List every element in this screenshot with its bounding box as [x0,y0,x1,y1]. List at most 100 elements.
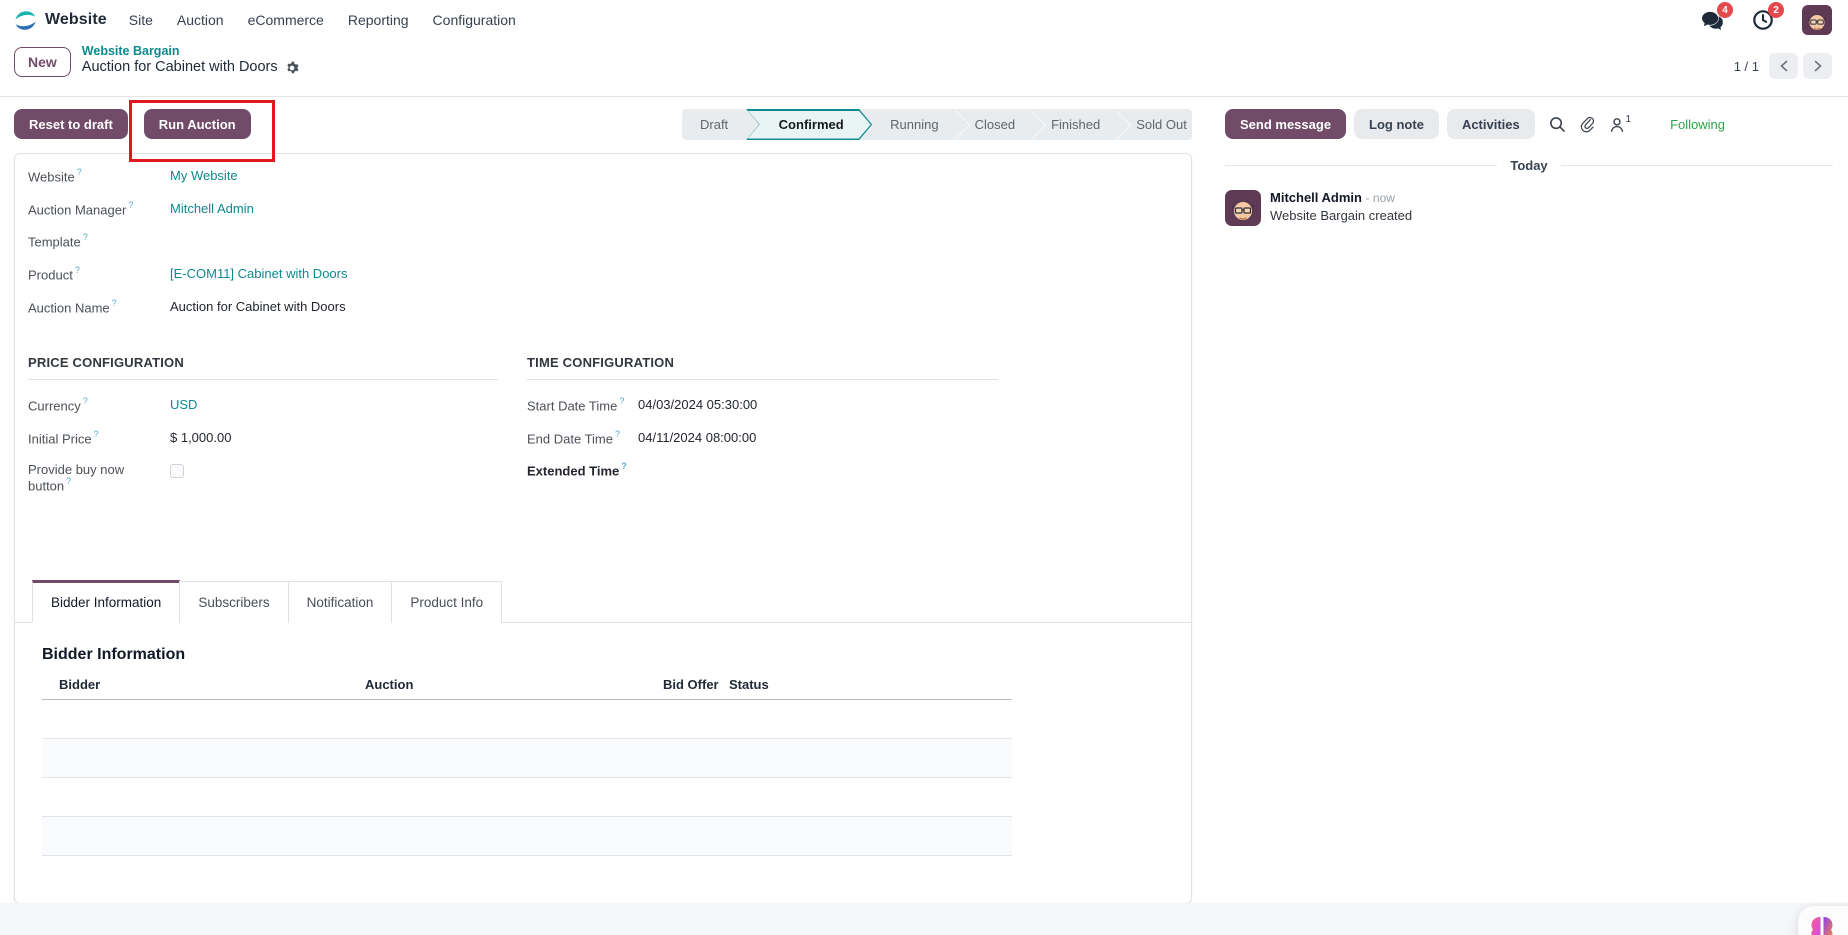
chatter-icons: 1 Following [1549,113,1725,133]
start-date-value-input[interactable]: 04/03/2024 05:30:00 [638,397,757,412]
field-label: Start Date Time? [527,396,625,414]
bidder-table: Bidder Auction Bid Offer Status [42,677,1012,857]
nav-item-auction[interactable]: Auction [177,12,224,28]
assistant-widget-button[interactable] [1798,906,1848,935]
column-header-auction[interactable]: Auction [348,677,663,701]
activities-badge: 2 [1768,2,1784,18]
nav-item-site[interactable]: Site [129,12,153,28]
initial-price-value-input[interactable]: $ 1,000.00 [170,430,231,445]
log-note-button[interactable]: Log note [1354,109,1439,139]
action-buttons: Reset to draft Run Auction [14,109,251,139]
content-area: Reset to draft Run Auction Draft Confirm… [0,96,1848,935]
field-label: Template? [28,232,88,250]
field-label: Website? [28,167,82,185]
table-row[interactable] [42,699,1012,740]
systray: 4 2 [1700,2,1832,35]
activities-systray-button[interactable]: 2 [1751,2,1784,32]
currency-value-link[interactable]: USD [170,397,197,412]
message-body: Website Bargain created [1270,208,1413,223]
table-row[interactable] [42,777,1012,818]
followers-count: 1 [1625,113,1632,125]
status-step-draft[interactable]: Draft [682,109,746,140]
table-row[interactable] [42,738,1012,779]
pager-count: 1 / 1 [1733,58,1759,74]
field-start-date-time: Start Date Time? 04/03/2024 05:30:00 [527,396,998,414]
breadcrumb-bar: New Website Bargain Auction for Cabinet … [0,40,1848,96]
status-step-finished[interactable]: Finished [1033,109,1118,140]
field-label: Auction Manager? [28,199,134,217]
table-row[interactable] [42,816,1012,857]
field-product: Product? [E-COM11] Cabinet with Doors [28,264,1191,283]
following-toggle[interactable]: Following [1670,117,1725,132]
help-marker: ? [619,396,625,407]
attachment-icon[interactable] [1579,115,1596,133]
send-message-button[interactable]: Send message [1225,109,1347,139]
app-name: Website [45,11,107,28]
column-header-status[interactable]: Status [725,677,1012,701]
screen: Website Site Auction eCommerce Reporting… [0,0,1848,935]
help-marker: ? [621,461,627,472]
field-label: Product? [28,264,80,283]
messages-badge: 4 [1717,2,1733,18]
tab-bidder-information[interactable]: Bidder Information [32,580,181,624]
help-marker: ? [82,232,88,243]
status-step-closed[interactable]: Closed [957,109,1033,140]
message-timestamp: - now [1365,191,1395,205]
nav-item-reporting[interactable]: Reporting [348,12,409,28]
form-sheet: Website? My Website Auction Manager? Mit… [14,153,1192,904]
tab-product-info[interactable]: Product Info [391,581,503,624]
chatter-message: Mitchell Admin - now Website Bargain cre… [1225,190,1833,226]
activities-button[interactable]: Activities [1446,109,1535,139]
pane-heading: Bidder Information [42,646,186,664]
top-navbar: Website Site Auction eCommerce Reporting… [0,0,1848,40]
auction-manager-value-link[interactable]: Mitchell Admin [170,201,254,216]
field-label: End Date Time? [527,428,621,447]
user-avatar[interactable] [1802,5,1832,35]
status-step-confirmed[interactable]: Confirmed [746,109,872,140]
status-step-running[interactable]: Running [872,109,956,140]
message-author[interactable]: Mitchell Admin [1270,190,1362,205]
date-divider-label: Today [1510,158,1548,173]
nav-item-ecommerce[interactable]: eCommerce [248,12,324,28]
price-configuration-section: PRICE CONFIGURATION Currency? USD Initia… [28,355,498,510]
reset-to-draft-button[interactable]: Reset to draft [14,109,128,139]
product-value-link[interactable]: [E-COM11] Cabinet with Doors [170,266,348,281]
date-divider: Today [1225,158,1834,173]
time-configuration-section: TIME CONFIGURATION Start Date Time? 04/0… [527,355,998,510]
chatter-toolbar: Send message Log note Activities 1 Follo… [1225,109,1833,139]
section-title: PRICE CONFIGURATION [28,355,498,381]
brain-icon [1806,914,1838,935]
pager-next-button[interactable] [1803,53,1832,79]
field-label: Initial Price? [28,428,99,447]
help-marker: ? [76,167,82,177]
search-messages-icon[interactable] [1549,116,1566,133]
gear-icon[interactable] [285,61,299,75]
help-marker: ? [615,428,621,439]
form-view: Reset to draft Run Auction Draft Confirm… [0,97,1208,935]
help-marker: ? [82,396,88,407]
breadcrumb-parent-link[interactable]: Website Bargain [82,44,299,58]
tab-subscribers[interactable]: Subscribers [179,581,289,624]
nav-item-configuration[interactable]: Configuration [433,12,516,28]
followers-icon[interactable]: 1 [1609,113,1632,133]
provide-buy-now-checkbox[interactable] [170,464,184,479]
bidder-information-pane: Bidder Information Bidder Auction Bid Of… [28,623,1191,857]
tab-notification[interactable]: Notification [287,581,393,624]
column-header-bid-offer[interactable]: Bid Offer [663,677,725,701]
section-title: TIME CONFIGURATION [527,355,998,381]
website-value-link[interactable]: My Website [170,168,238,183]
help-marker: ? [74,264,80,275]
status-step-sold-out[interactable]: Sold Out [1118,109,1192,140]
auction-name-value-input[interactable]: Auction for Cabinet with Doors [170,299,346,314]
end-date-value-input[interactable]: 04/11/2024 08:00:00 [638,430,756,445]
pager-previous-button[interactable] [1769,53,1798,79]
field-auction-manager: Auction Manager? Mitchell Admin [28,199,1191,218]
run-auction-button[interactable]: Run Auction [143,109,251,139]
messages-button[interactable]: 4 [1700,2,1733,32]
column-header-bidder[interactable]: Bidder [42,677,348,701]
notebook-tabs: Bidder Information Subscribers Notificat… [15,580,1191,624]
new-button[interactable]: New [14,47,71,77]
app-switcher[interactable]: Website [14,9,107,32]
message-avatar[interactable] [1225,190,1261,226]
field-label: Provide buy now button? [28,462,125,493]
